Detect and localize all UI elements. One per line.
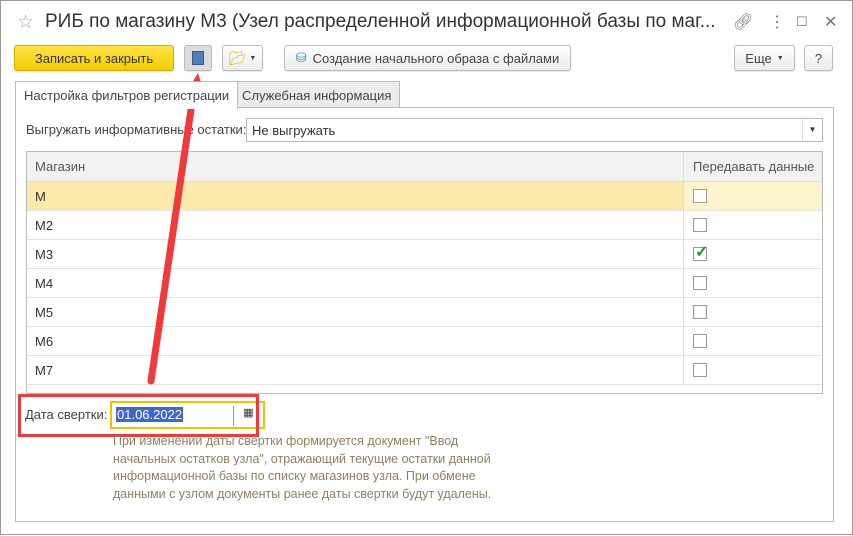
tab-registration-filters[interactable]: Настройка фильтров регистрации: [15, 81, 239, 109]
window: ☆ РИБ по магазину М3 (Узел распределенно…: [0, 0, 853, 535]
